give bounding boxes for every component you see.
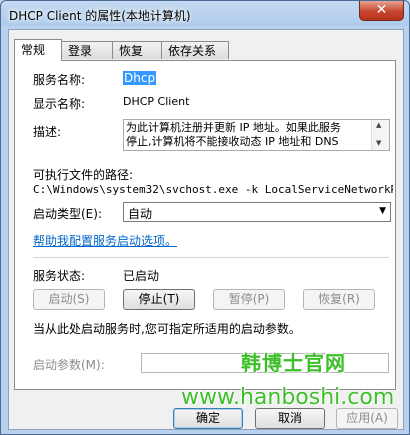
display-name-value: DHCP Client bbox=[123, 95, 190, 108]
cancel-button[interactable]: 取消 bbox=[255, 408, 325, 429]
description-label: 描述: bbox=[33, 125, 62, 139]
ok-button[interactable]: 确定 bbox=[173, 408, 243, 429]
description-line-2: 停止,计算机将不能接收动态 IP 地址和 DNS bbox=[126, 135, 339, 148]
scroll-up-icon[interactable]: ▲ bbox=[376, 121, 381, 129]
startup-type-value: 自动 bbox=[128, 207, 153, 221]
tab-logon[interactable]: 登录 bbox=[61, 41, 113, 59]
description-box[interactable]: 为此计算机注册并更新 IP 地址。如果此服务 停止,计算机将不能接收动态 IP … bbox=[123, 119, 390, 151]
pause-button[interactable]: 暂停(P) bbox=[213, 289, 285, 310]
exe-path-label: 可执行文件的路径: bbox=[33, 168, 134, 182]
title-bar[interactable]: DHCP Client 的属性(本地计算机) ✕ bbox=[1, 1, 409, 29]
watermark-url: www.hanboshi.com bbox=[181, 385, 395, 410]
close-button[interactable]: ✕ bbox=[359, 1, 404, 21]
service-status-value: 已启动 bbox=[123, 269, 160, 283]
chevron-down-icon: ▼ bbox=[379, 206, 386, 216]
description-text: 为此计算机注册并更新 IP 地址。如果此服务 停止,计算机将不能接收动态 IP … bbox=[126, 121, 371, 151]
display-name-label: 显示名称: bbox=[33, 97, 86, 111]
startup-type-label: 启动类型(E): bbox=[33, 207, 102, 221]
tab-general[interactable]: 常规 bbox=[14, 39, 62, 61]
stop-button[interactable]: 停止(T) bbox=[123, 289, 195, 310]
exe-path-value: C:\Windows\system32\svchost.exe -k Local… bbox=[33, 183, 393, 196]
start-params-label: 启动参数(M): bbox=[33, 358, 105, 372]
start-hint: 当从此处启动服务时,您可指定所适用的启动参数。 bbox=[33, 322, 301, 336]
general-panel: 服务名称: Dhcp 显示名称: DHCP Client 描述: 为此计算机注册… bbox=[14, 60, 396, 390]
close-icon: ✕ bbox=[375, 2, 388, 18]
description-line-1: 为此计算机注册并更新 IP 地址。如果此服务 bbox=[126, 121, 341, 134]
apply-button[interactable]: 应用(A) bbox=[336, 408, 398, 429]
service-name-value[interactable]: Dhcp bbox=[123, 71, 157, 85]
resume-button[interactable]: 恢复(R) bbox=[303, 289, 375, 310]
properties-window: DHCP Client 的属性(本地计算机) ✕ 常规 登录 恢复 依存关系 服… bbox=[0, 0, 410, 435]
tab-recovery[interactable]: 恢复 bbox=[112, 41, 162, 59]
startup-type-select[interactable]: 自动 ▼ bbox=[123, 202, 391, 222]
window-title: DHCP Client 的属性(本地计算机) bbox=[9, 9, 191, 23]
service-name-label: 服务名称: bbox=[33, 73, 86, 87]
divider bbox=[33, 257, 389, 258]
start-button[interactable]: 启动(S) bbox=[33, 289, 105, 310]
help-link[interactable]: 帮助我配置服务启动选项。 bbox=[33, 232, 177, 249]
watermark-title: 韩博士官网 bbox=[241, 351, 346, 375]
scroll-down-icon[interactable]: ▼ bbox=[376, 139, 381, 147]
tab-dependencies[interactable]: 依存关系 bbox=[161, 41, 229, 59]
service-status-label: 服务状态: bbox=[33, 269, 86, 283]
service-name-text: Dhcp bbox=[123, 71, 157, 85]
description-scrollbar[interactable]: ▲ ▼ bbox=[371, 120, 389, 150]
